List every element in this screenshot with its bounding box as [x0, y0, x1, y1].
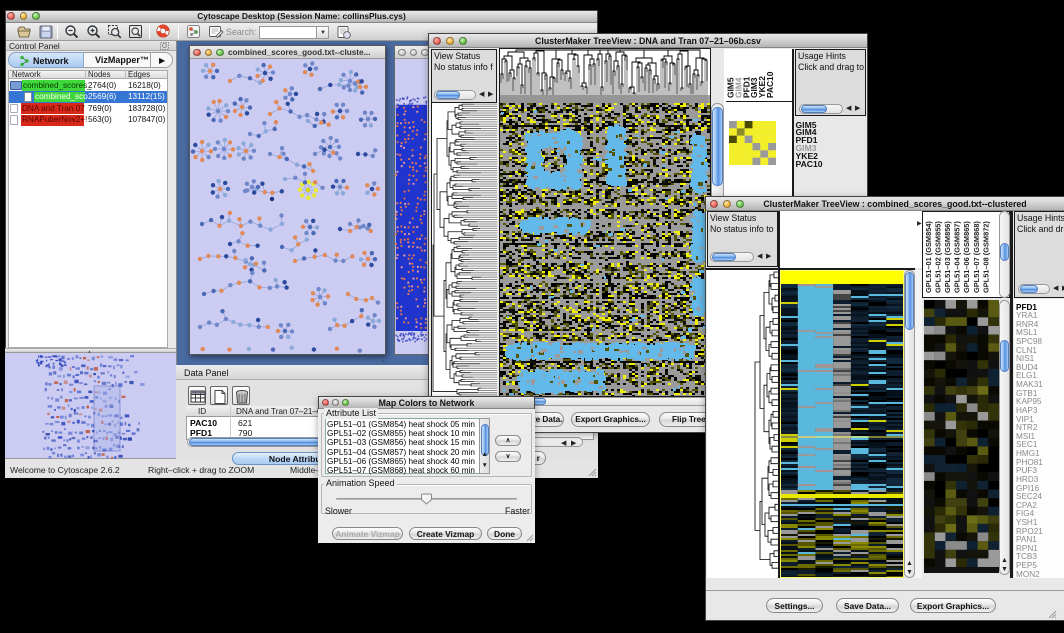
svg-text:GPL51–06 (GSM865): GPL51–06 (GSM865)	[962, 221, 971, 293]
svg-text:GPL51–04 (GSM857): GPL51–04 (GSM857)	[953, 221, 962, 293]
svg-text:GPL51–07 (GSM868): GPL51–07 (GSM868)	[972, 221, 981, 293]
svg-text:GPL51–08 (GSM872): GPL51–08 (GSM872)	[981, 221, 990, 293]
svg-text:GPL51–01 (GSM854): GPL51–01 (GSM854)	[924, 221, 933, 293]
svg-text:GPL51–03 (GSM856): GPL51–03 (GSM856)	[943, 221, 952, 293]
svg-text:GPL51–02 (GSM855): GPL51–02 (GSM855)	[934, 221, 943, 293]
